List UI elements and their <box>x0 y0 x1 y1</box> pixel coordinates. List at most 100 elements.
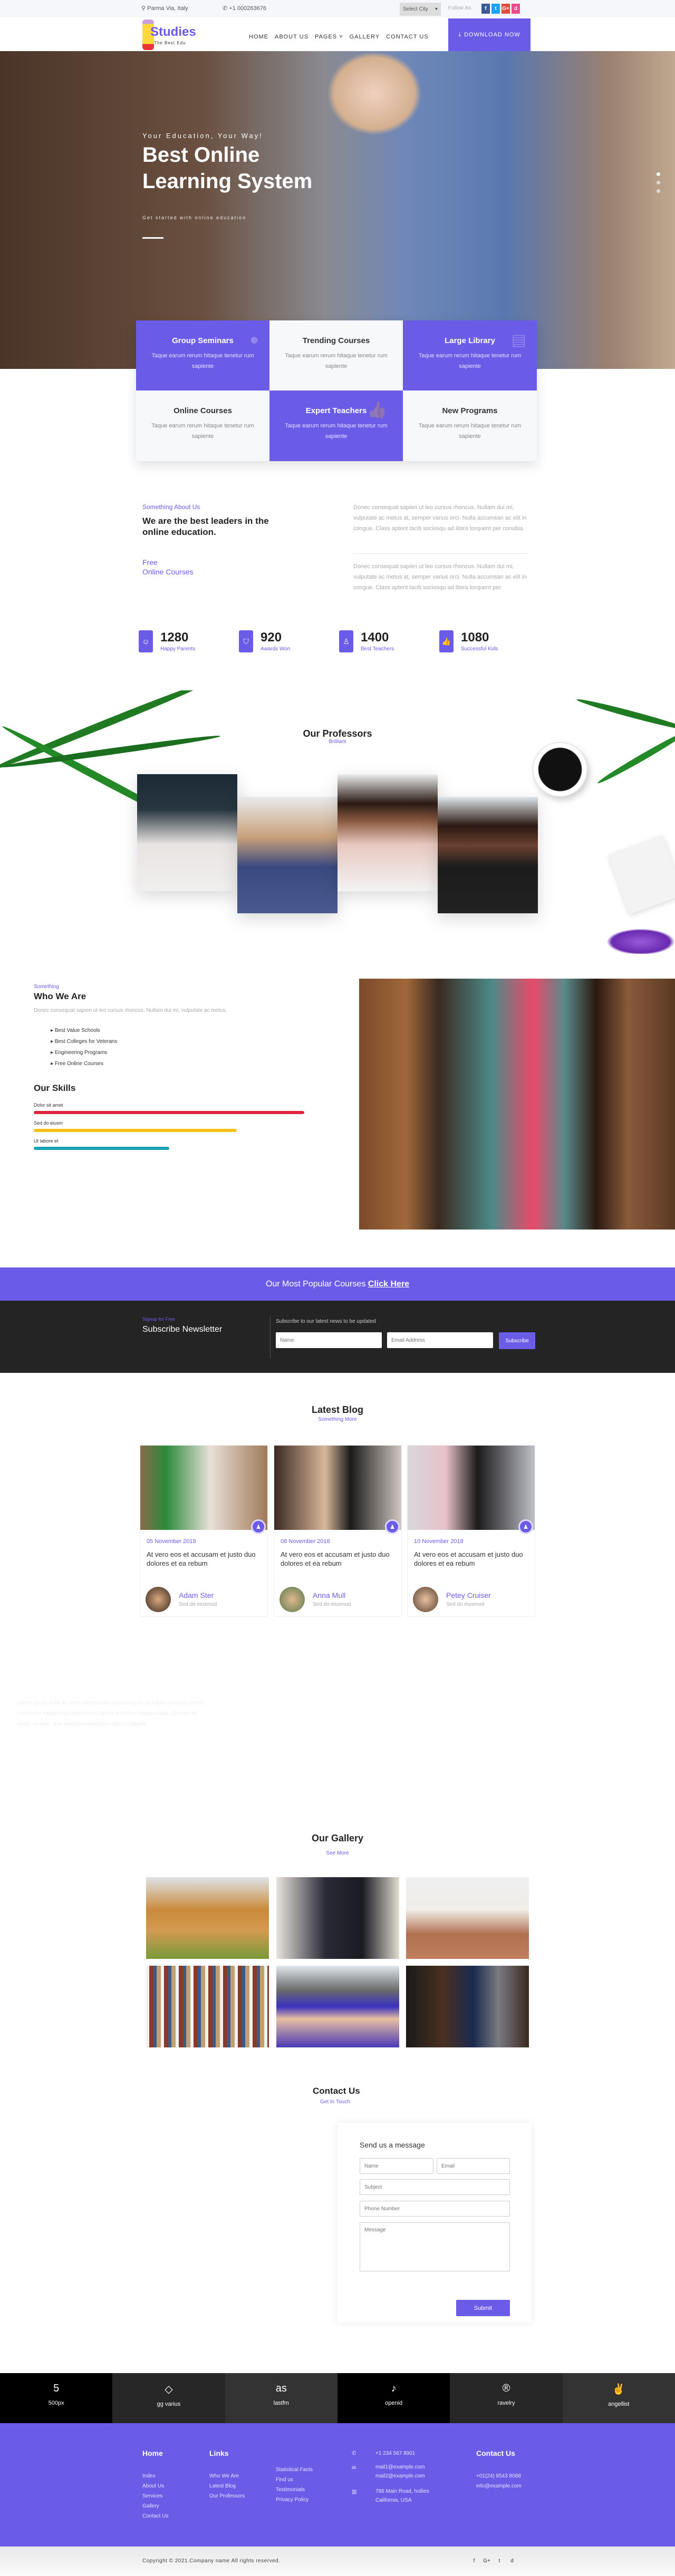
blog-title-link[interactable]: At vero eos et accusam et justo duo dolo… <box>281 1550 399 1568</box>
map-icon: ▥ <box>352 2489 357 2495</box>
skill-item: Sed do eiusm <box>34 1120 304 1132</box>
facebook-icon[interactable]: f <box>481 4 490 14</box>
feature-new-programs[interactable]: New Programs Taque earum rerum hitaque te… <box>403 391 537 461</box>
gallery-title: Our Gallery <box>311 1833 364 1843</box>
feature-trending-courses[interactable]: Trending Courses Taque earum rerum hitaqu… <box>269 320 403 391</box>
blog-image[interactable] <box>408 1446 535 1530</box>
city-select[interactable]: Select City ▾ <box>400 3 441 16</box>
avatar <box>146 1587 171 1612</box>
newsletter-name-input[interactable] <box>276 1332 382 1348</box>
skills-bars: Dolor sit amet Sed do eiusm Ut labore et <box>34 1102 304 1156</box>
email-input[interactable] <box>437 2158 510 2174</box>
professor-photo[interactable] <box>338 774 438 891</box>
twitter-icon[interactable]: t <box>491 4 500 14</box>
professor-photo[interactable] <box>237 797 338 913</box>
footer-link[interactable]: Index <box>142 2471 168 2481</box>
newsletter-email-input[interactable] <box>387 1332 493 1348</box>
message-textarea[interactable] <box>360 2222 510 2271</box>
feature-group-seminars[interactable]: Group Seminars Taque earum rerum hitaque … <box>136 320 269 391</box>
nav-home[interactable]: HOME <box>249 34 268 40</box>
newsletter-heading: Subscribe Newsletter <box>142 1325 223 1334</box>
nav-pages[interactable]: PAGES ˅ <box>315 34 343 40</box>
author-role: Sed do eiusmod <box>179 1602 217 1607</box>
gallery-image[interactable] <box>146 1877 269 1959</box>
dribbble-icon[interactable]: d <box>512 4 520 14</box>
gallery-see-more[interactable]: See More <box>0 1850 675 1856</box>
gallery-image[interactable] <box>276 1877 399 1959</box>
feature-online-courses[interactable]: Online Courses Taque earum rerum hitaque … <box>136 391 269 461</box>
footer-home-title: Home <box>142 2449 163 2457</box>
footer-phone: +1 234 567 8901 <box>375 2451 416 2456</box>
contact-form: Send us a message Submit <box>338 2123 532 2323</box>
brand-name[interactable]: Studies <box>150 25 196 40</box>
footer-link[interactable]: Services <box>142 2491 168 2501</box>
slide-dot[interactable] <box>657 189 660 193</box>
slide-dot-active[interactable] <box>657 172 660 176</box>
skill-progress-bar <box>34 1129 237 1132</box>
footer-link[interactable]: Our Professors <box>209 2491 245 2501</box>
divider <box>353 553 527 554</box>
brand-tile-angellist[interactable]: ✌ angellist <box>562 2373 675 2423</box>
blog-card[interactable]: ♟ 10 November 2018 At vero eos et accusam … <box>407 1445 535 1617</box>
gallery-image[interactable] <box>406 1966 529 2047</box>
professors-subtitle: Brilliant <box>329 739 346 745</box>
blog-title-link[interactable]: At vero eos et accusam et justo duo dolo… <box>147 1550 265 1568</box>
subscribe-button[interactable]: Subscribe <box>499 1332 535 1349</box>
feature-large-library[interactable]: Large Library Taque earum rerum hitaque t… <box>403 320 537 391</box>
subject-input[interactable] <box>360 2179 510 2195</box>
blog-title-link[interactable]: At vero eos et accusam et justo duo dolo… <box>414 1550 533 1568</box>
stat-best-teachers: ♙ 1400 Best Teachers <box>339 630 439 652</box>
copyright-bar: Copyright © 2021.Company name All rights… <box>0 2546 675 2576</box>
avatar <box>413 1587 438 1612</box>
brand-tile-ravelry[interactable]: ® ravelry <box>450 2373 563 2423</box>
nav-gallery[interactable]: GALLERY <box>350 34 380 40</box>
footer-link[interactable]: Testimonials <box>276 2485 313 2495</box>
gallery-image[interactable] <box>146 1966 269 2047</box>
stat-happy-parents: ☺ 1280 Happy Parents <box>139 630 239 652</box>
brand-tile-openid[interactable]: ♪ openid <box>337 2373 450 2423</box>
blog-image[interactable] <box>140 1446 267 1530</box>
download-button[interactable]: ⤓ DOWNLOAD NOW <box>448 18 531 51</box>
phone-icon: ✆ <box>352 2451 356 2456</box>
google-plus-icon[interactable]: G+ <box>502 4 510 14</box>
dribbble-icon[interactable]: d <box>507 2555 517 2567</box>
gallery-image[interactable] <box>276 1966 399 2047</box>
brand-tile-lastfm[interactable]: as lastfm <box>225 2373 338 2423</box>
footer-link[interactable]: Contact Us <box>142 2511 168 2521</box>
user-icon: ♟ <box>385 1519 400 1534</box>
footer-link[interactable]: Gallery <box>142 2501 168 2511</box>
popular-courses-banner: Our Most Popular Courses Click Here <box>0 1267 675 1301</box>
newsletter-kicker: Signup for Free <box>142 1316 176 1322</box>
gallery-image[interactable] <box>406 1877 529 1959</box>
facebook-icon[interactable]: f <box>469 2555 479 2567</box>
footer-link[interactable]: Privacy Policy <box>276 2495 313 2505</box>
newsletter-section: Signup for Free Subscribe Newsletter Sub… <box>0 1301 675 1373</box>
twitter-icon[interactable]: t <box>494 2555 505 2567</box>
avatar <box>279 1587 305 1612</box>
click-here-link[interactable]: Click Here <box>368 1280 409 1289</box>
list-item: ▸ Best Colleges for Veterans <box>51 1039 118 1045</box>
name-input[interactable] <box>360 2158 433 2174</box>
google-plus-icon[interactable]: G+ <box>481 2555 492 2567</box>
blog-card[interactable]: ♟ 05 November 2018 At vero eos et accusam … <box>140 1445 268 1617</box>
footer-link[interactable]: Who We Are <box>209 2471 245 2481</box>
author-name[interactable]: Anna Mull <box>313 1591 345 1599</box>
footer-link[interactable]: Find us <box>276 2475 313 2485</box>
footer-link[interactable]: Latest Blog <box>209 2481 245 2491</box>
nav-about[interactable]: ABOUT US <box>275 34 308 40</box>
slide-dot[interactable] <box>657 181 660 184</box>
footer-link[interactable]: About Us <box>142 2481 168 2491</box>
blog-image[interactable] <box>274 1446 401 1530</box>
blog-card[interactable]: ♟ 08 November 2018 At vero eos et accusam … <box>274 1445 402 1617</box>
author-name[interactable]: Petey Cruiser <box>446 1591 491 1599</box>
nav-contact[interactable]: CONTACT US <box>386 34 429 40</box>
footer-link[interactable]: Statistical Facts <box>276 2465 313 2475</box>
professor-photo[interactable] <box>137 774 237 891</box>
submit-button[interactable]: Submit <box>456 2300 510 2316</box>
feature-expert-teachers[interactable]: Expert Teachers Taque earum rerum hitaque… <box>269 391 403 461</box>
author-name[interactable]: Adam Ster <box>179 1591 214 1599</box>
brand-tile-500px[interactable]: 5 500px <box>0 2373 113 2423</box>
phone-input[interactable] <box>360 2201 510 2217</box>
professor-photo[interactable] <box>438 797 538 913</box>
brand-tile-gg-varius[interactable]: ◇ gg varius <box>112 2373 225 2423</box>
